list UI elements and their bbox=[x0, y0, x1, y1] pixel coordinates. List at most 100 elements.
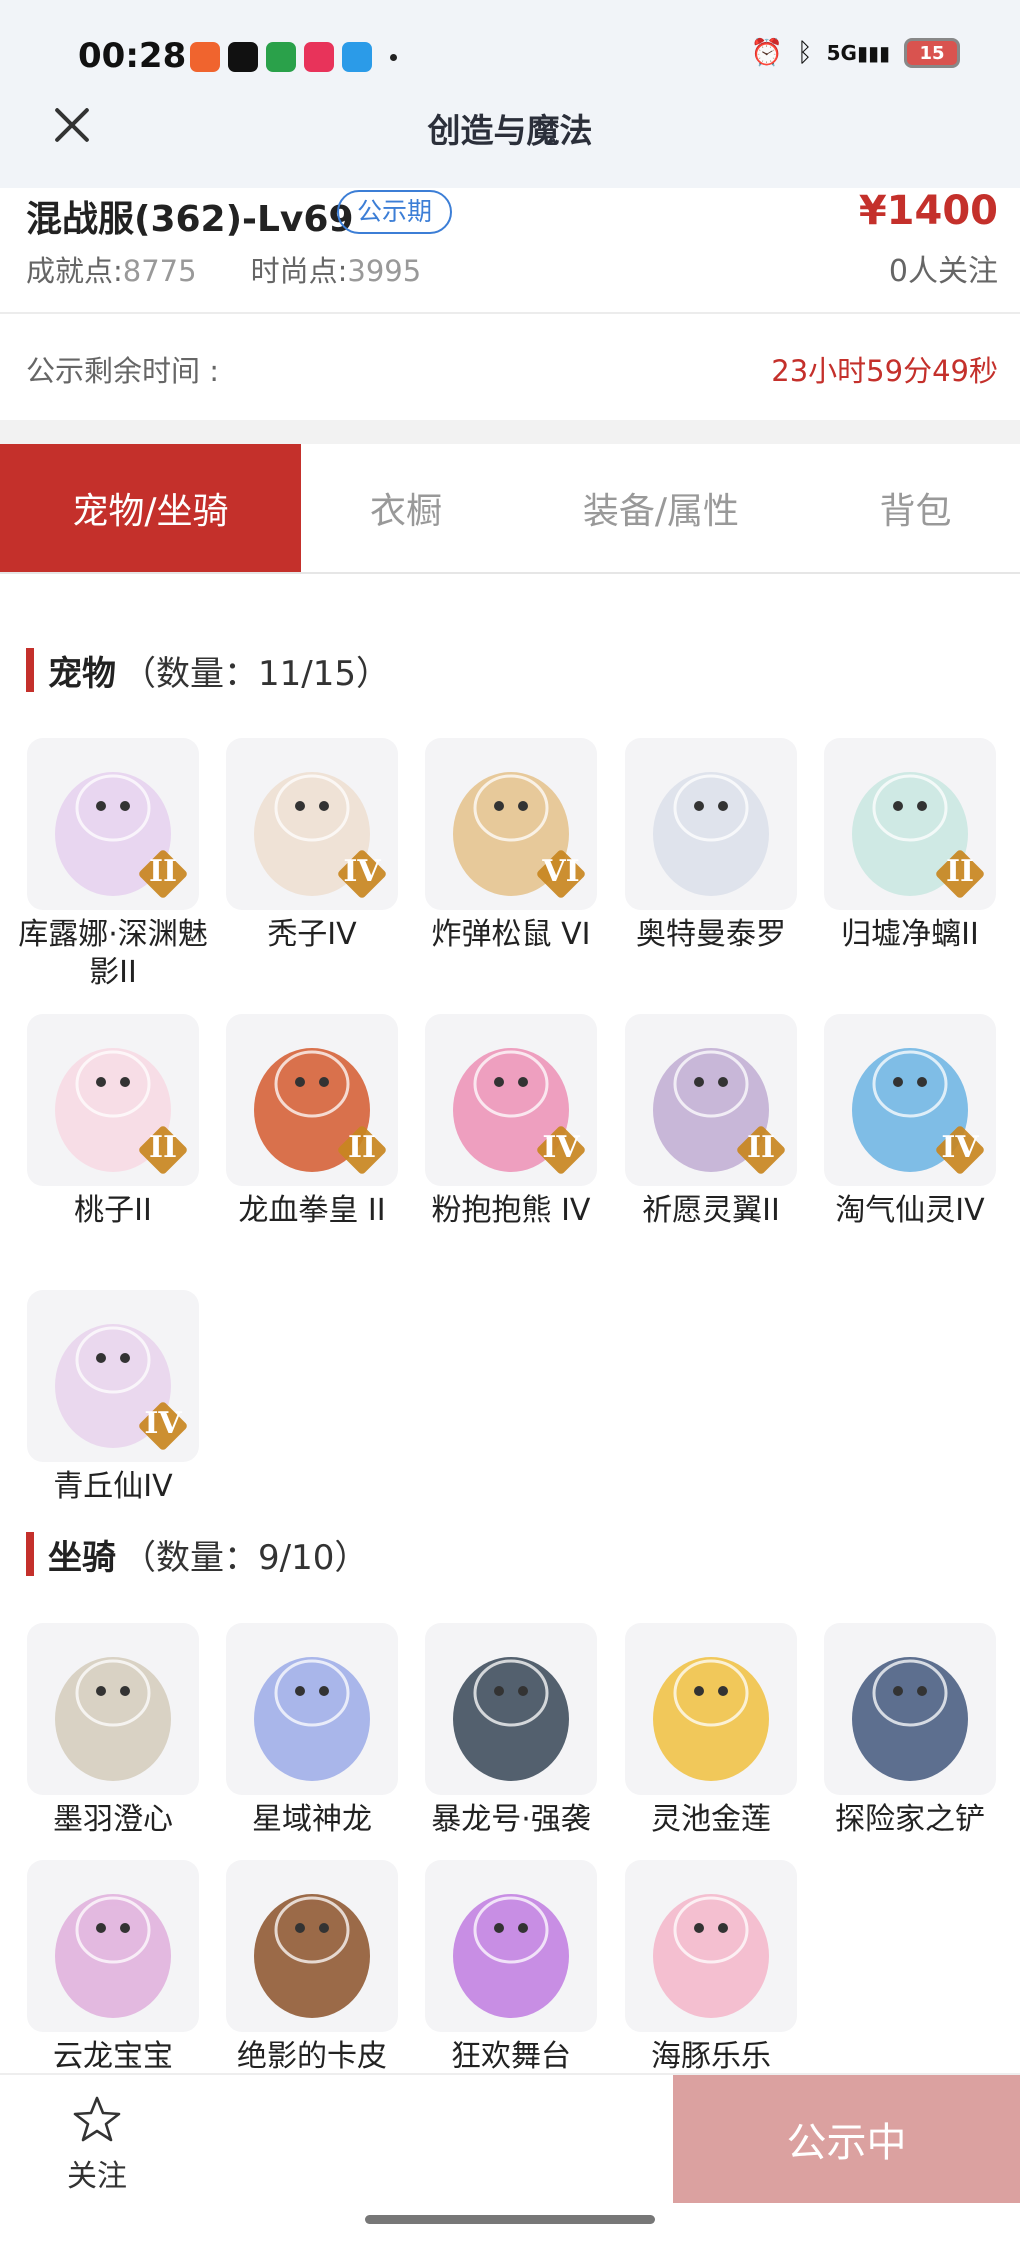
pet-thumbnail: IV bbox=[425, 1014, 597, 1186]
mount-name: 灵池金莲 bbox=[651, 1802, 771, 1837]
mount-card[interactable]: 灵池金莲 bbox=[625, 1623, 797, 1839]
system-status: ⏰ ᛒ 5G▮▮▮ 15 bbox=[751, 38, 960, 68]
o-app-icon bbox=[228, 42, 258, 72]
pet-name: 祈愿灵翼II bbox=[642, 1193, 780, 1228]
mount-image bbox=[254, 1894, 370, 2018]
notification-icons bbox=[190, 42, 397, 72]
star-icon bbox=[73, 2096, 121, 2142]
rank-numeral: IV bbox=[144, 1406, 182, 1441]
mount-name: 暴龙号·强袭 bbox=[431, 1802, 591, 1837]
pet-thumbnail: II bbox=[27, 738, 199, 910]
mount-name: 星域神龙 bbox=[252, 1802, 372, 1837]
mount-name: 探险家之铲 bbox=[835, 1802, 985, 1837]
section-gap bbox=[0, 420, 1020, 444]
mounts-section-header: 坐骑 （数量：9/10） bbox=[26, 1530, 368, 1578]
mount-thumbnail bbox=[625, 1623, 797, 1795]
mount-card[interactable]: 狂欢舞台 bbox=[425, 1860, 597, 2076]
countdown-row: 公示剩余时间 : 23小时59分49秒 bbox=[0, 314, 1020, 420]
pet-card[interactable]: VI 炸弹松鼠 VI bbox=[425, 738, 597, 954]
battery-icon: 15 bbox=[904, 38, 960, 68]
pets-section-header: 宠物 （数量：11/15） bbox=[26, 646, 390, 694]
rank-badge: II bbox=[137, 1124, 189, 1176]
server-level: 混战服(362)-Lv69 bbox=[26, 199, 354, 240]
mount-name: 狂欢舞台 bbox=[451, 2039, 571, 2074]
pet-name: 炸弹松鼠 VI bbox=[431, 917, 591, 952]
mount-name: 绝影的卡皮 bbox=[237, 2039, 387, 2074]
mount-thumbnail bbox=[226, 1623, 398, 1795]
mount-name: 墨羽澄心 bbox=[53, 1802, 173, 1837]
listing-info: 混战服(362)-Lv69 公示期 ¥1400 成就点:8775 时尚点:3995… bbox=[0, 188, 1020, 312]
mount-image bbox=[55, 1657, 171, 1781]
section-marker bbox=[26, 648, 34, 692]
pet-name: 淘气仙灵IV bbox=[835, 1193, 985, 1228]
follow-label: 关注 bbox=[67, 2159, 127, 2194]
page: 00:28 ⏰ ᛒ 5G▮▮▮ 15 创造与魔法 混战服(362)-Lv69 公… bbox=[0, 0, 1020, 2241]
mount-thumbnail bbox=[625, 1860, 797, 2032]
mount-card[interactable]: 海豚乐乐 bbox=[625, 1860, 797, 2076]
more-notifications-dot bbox=[390, 53, 397, 61]
mount-card[interactable]: 星域神龙 bbox=[226, 1623, 398, 1839]
pets-title: 宠物 bbox=[48, 653, 116, 694]
pet-name: 粉抱抱熊 IV bbox=[431, 1193, 591, 1228]
mount-thumbnail bbox=[27, 1860, 199, 2032]
mount-name: 云龙宝宝 bbox=[53, 2039, 173, 2074]
home-indicator bbox=[365, 2215, 655, 2224]
pet-name: 归墟净螭II bbox=[841, 917, 979, 952]
tab-backpack[interactable]: 背包 bbox=[811, 444, 1020, 572]
pet-card[interactable]: 奥特曼泰罗 bbox=[625, 738, 797, 954]
pet-card[interactable]: IV 淘气仙灵IV bbox=[824, 1014, 996, 1230]
pet-thumbnail: VI bbox=[425, 738, 597, 910]
pets-count: （数量：11/15） bbox=[122, 653, 390, 694]
mount-card[interactable]: 绝影的卡皮 bbox=[226, 1860, 398, 2076]
pet-card[interactable]: II 祈愿灵翼II bbox=[625, 1014, 797, 1230]
mount-card[interactable]: 暴龙号·强袭 bbox=[425, 1623, 597, 1839]
pet-name: 库露娜·深渊魅影II bbox=[18, 917, 208, 990]
countdown-value: 23小时59分49秒 bbox=[771, 354, 998, 388]
alarm-icon: ⏰ bbox=[750, 38, 784, 68]
tab-wardrobe[interactable]: 衣橱 bbox=[301, 444, 511, 572]
pet-name: 青丘仙IV bbox=[53, 1469, 173, 1504]
follower-count: 0人关注 bbox=[888, 254, 998, 289]
rank-numeral: II bbox=[148, 854, 178, 889]
oppo-app-icon bbox=[266, 42, 296, 72]
mounts-count: （数量：9/10） bbox=[122, 1537, 369, 1578]
mount-image bbox=[254, 1657, 370, 1781]
countdown-label: 公示剩余时间 : bbox=[26, 354, 219, 388]
achievement-value: 8775 bbox=[122, 254, 197, 288]
video-app-icon bbox=[342, 42, 372, 72]
pet-card[interactable]: II 库露娜·深渊魅影II bbox=[18, 738, 208, 992]
pet-card[interactable]: II 归墟净螭II bbox=[824, 738, 996, 954]
network-type: 5G bbox=[826, 41, 857, 65]
tab-equipment[interactable]: 装备/属性 bbox=[511, 444, 811, 572]
tab-pets-mounts[interactable]: 宠物/坐骑 bbox=[0, 444, 301, 572]
pet-card[interactable]: IV 粉抱抱熊 IV bbox=[425, 1014, 597, 1230]
pet-thumbnail: IV bbox=[226, 738, 398, 910]
pet-name: 桃子II bbox=[74, 1193, 152, 1228]
achievement-label: 成就点: bbox=[26, 254, 123, 288]
mount-card[interactable]: 墨羽澄心 bbox=[27, 1623, 199, 1839]
mount-image bbox=[453, 1894, 569, 2018]
pet-card[interactable]: II 龙血拳皇 II bbox=[226, 1014, 398, 1230]
rank-numeral: IV bbox=[941, 1130, 979, 1165]
mount-card[interactable]: 云龙宝宝 bbox=[27, 1860, 199, 2076]
rank-badge: VI bbox=[535, 848, 587, 900]
tab-bar: 宠物/坐骑 衣橱 装备/属性 背包 bbox=[0, 444, 1020, 574]
pet-thumbnail bbox=[625, 738, 797, 910]
bottom-bar: 关注 公示中 bbox=[0, 2073, 1020, 2241]
follow-button[interactable]: 关注 bbox=[52, 2095, 142, 2195]
pet-name: 龙血拳皇 II bbox=[238, 1193, 386, 1228]
pet-card[interactable]: II 桃子II bbox=[27, 1014, 199, 1230]
stats-line: 成就点:8775 时尚点:3995 bbox=[26, 248, 421, 290]
rank-badge: IV bbox=[137, 1400, 189, 1452]
pet-card[interactable]: IV 秃子IV bbox=[226, 738, 398, 954]
rank-badge: IV bbox=[336, 848, 388, 900]
page-title: 创造与魔法 bbox=[427, 111, 593, 150]
rank-badge: II bbox=[336, 1124, 388, 1176]
mount-card[interactable]: 探险家之铲 bbox=[824, 1623, 996, 1839]
section-marker bbox=[26, 1532, 34, 1576]
public-notice-button[interactable]: 公示中 bbox=[673, 2075, 1020, 2203]
pet-card[interactable]: IV 青丘仙IV bbox=[27, 1290, 199, 1506]
pet-thumbnail: IV bbox=[824, 1014, 996, 1186]
signal-icon: 5G▮▮▮ bbox=[826, 41, 890, 65]
bluetooth-icon: ᛒ bbox=[797, 38, 813, 68]
